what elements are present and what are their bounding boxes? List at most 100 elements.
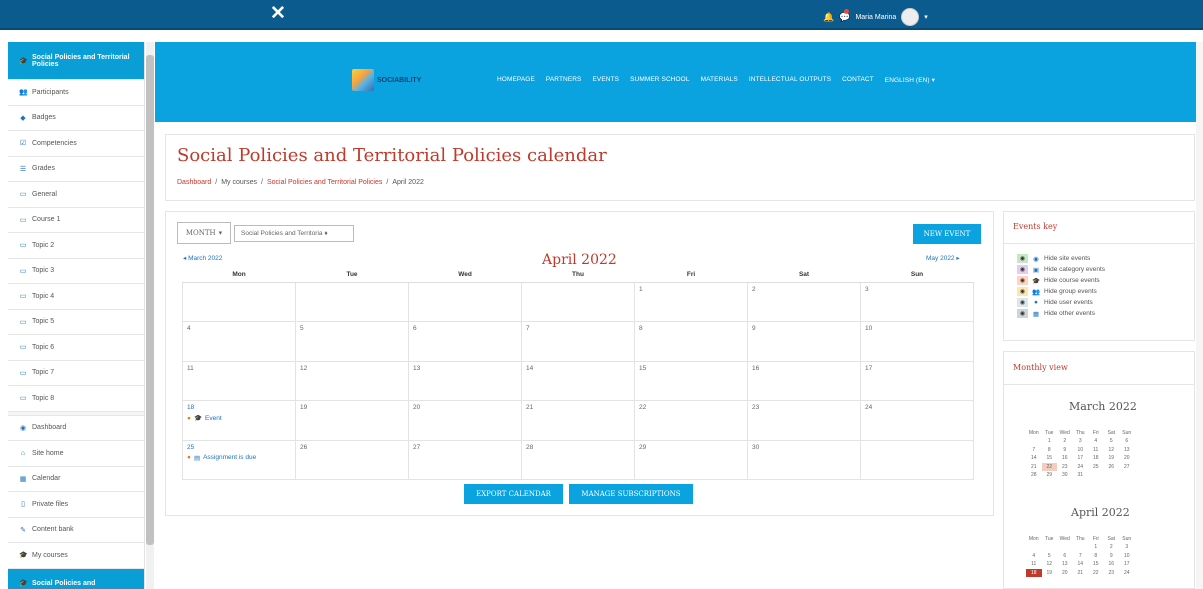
mini-day[interactable]: 14 [1026, 454, 1042, 463]
day-cell[interactable]: 9 [747, 321, 861, 362]
day-cell[interactable]: 17 [860, 360, 974, 401]
day-cell[interactable]: 1 [634, 281, 748, 322]
mini-day[interactable]: 19 [1042, 569, 1058, 578]
day-cell[interactable]: 3 [860, 281, 974, 322]
nav-link[interactable]: EVENTS [593, 76, 620, 84]
nav-link[interactable]: SUMMER SCHOOL [630, 76, 689, 84]
sidebar-item[interactable]: 🎓 Social Policies and Territorial Policie… [8, 42, 144, 80]
mini-day[interactable]: 12 [1104, 446, 1120, 455]
sidebar-scroll-thumb[interactable] [146, 55, 154, 545]
day-cell[interactable]: 2 [747, 281, 861, 322]
sidebar-item[interactable]: ▯ Private files [8, 492, 144, 518]
sidebar-item[interactable]: ▭ Topic 2 [8, 233, 144, 259]
mini-day[interactable]: 7 [1026, 446, 1042, 455]
mini-day[interactable]: 8 [1088, 552, 1104, 561]
day-cell[interactable]: 11 [182, 360, 296, 401]
calendar-event[interactable]: ● 🎓 Event [187, 414, 291, 423]
mini-day[interactable]: 11 [1026, 560, 1042, 569]
mini-day[interactable]: 2 [1057, 437, 1073, 446]
sidebar-item[interactable]: ☰ Grades [8, 157, 144, 182]
messages-icon[interactable]: 💬 [839, 8, 850, 23]
mini-day[interactable]: 6 [1057, 552, 1073, 561]
events-key-label[interactable]: Hide course events [1044, 277, 1100, 284]
sidebar-item[interactable]: ▦ Calendar [8, 467, 144, 492]
day-cell[interactable]: 27 [408, 439, 522, 480]
day-cell[interactable] [408, 281, 522, 322]
mini-day[interactable]: 20 [1057, 569, 1073, 578]
sidebar-item[interactable]: ◆ Badges [8, 106, 144, 131]
event-label[interactable]: Event [205, 415, 222, 422]
sidebar-item[interactable]: ▭ Topic 8 [8, 386, 144, 412]
sidebar-item[interactable]: ▭ General [8, 182, 144, 208]
sidebar-item[interactable]: ☑ Competencies [8, 131, 144, 157]
day-cell[interactable] [182, 281, 296, 322]
sidebar-item[interactable]: ◉ Dashboard [8, 416, 144, 441]
site-logo[interactable]: SOCIABILITY [352, 68, 442, 92]
day-cell[interactable]: 6 [408, 321, 522, 362]
sidebar-item[interactable]: ▭ Topic 6 [8, 335, 144, 361]
events-key-row[interactable]: ◉ ▣ Hide category events [1017, 264, 1105, 275]
mini-day[interactable]: 15 [1042, 454, 1058, 463]
events-key-row[interactable]: ◉ 👥 Hide group events [1017, 286, 1105, 297]
new-event-button[interactable]: NEW EVENT [913, 224, 981, 244]
eye-icon[interactable]: ◉ [1017, 276, 1028, 285]
chevron-down-icon[interactable]: ▾ [924, 13, 928, 21]
day-cell[interactable]: 21 [521, 400, 635, 441]
events-key-label[interactable]: Hide user events [1044, 299, 1093, 306]
mini-month-title[interactable]: March 2022 [1069, 400, 1137, 413]
mini-day[interactable]: 23 [1104, 569, 1120, 578]
mini-day[interactable]: 28 [1026, 471, 1042, 480]
close-drawer-icon[interactable]: ✕ [270, 4, 286, 24]
prev-month-link[interactable]: ◂ March 2022 [183, 254, 222, 262]
mini-day[interactable]: 16 [1104, 560, 1120, 569]
mini-day[interactable]: 5 [1104, 437, 1120, 446]
day-cell[interactable]: 4 [182, 321, 296, 362]
day-number[interactable]: 18 [187, 404, 291, 411]
day-cell[interactable]: 26 [295, 439, 409, 480]
day-cell[interactable]: 10 [860, 321, 974, 362]
mini-day[interactable]: 1 [1042, 437, 1058, 446]
events-key-row[interactable]: ◉ ◉ Hide site events [1017, 253, 1105, 264]
event-label[interactable]: Assignment is due [203, 454, 256, 461]
mini-day[interactable]: 21 [1026, 463, 1042, 472]
eye-icon[interactable]: ◉ [1017, 265, 1028, 274]
sidebar-item[interactable]: ▭ Topic 7 [8, 361, 144, 386]
nav-link[interactable]: MATERIALS [701, 76, 738, 84]
mini-day[interactable]: 20 [1119, 454, 1135, 463]
mini-day[interactable]: 24 [1073, 463, 1089, 472]
sidebar-item[interactable]: ▭ Topic 4 [8, 284, 144, 310]
user-menu[interactable]: 🔔 💬 Maria Marina ▾ [823, 8, 928, 26]
mini-day[interactable]: 29 [1042, 471, 1058, 480]
mini-day[interactable]: 11 [1088, 446, 1104, 455]
mini-month-title[interactable]: April 2022 [1071, 506, 1130, 519]
course-select[interactable]: Social Policies and Territoria ♦ [234, 225, 354, 242]
events-key-label[interactable]: Hide group events [1044, 288, 1097, 295]
view-select[interactable]: MONTH ▾ [177, 222, 231, 244]
breadcrumb-item[interactable]: Dashboard [177, 179, 211, 186]
sidebar-item[interactable]: 🎓 My courses [8, 543, 144, 569]
mini-day[interactable]: 4 [1026, 552, 1042, 561]
sidebar-item[interactable]: ▭ Topic 5 [8, 310, 144, 335]
sidebar-item[interactable]: 👥 Participants [8, 80, 144, 106]
day-cell[interactable]: 30 [747, 439, 861, 480]
mini-day[interactable]: 26 [1104, 463, 1120, 472]
avatar[interactable] [901, 8, 920, 26]
mini-day[interactable]: 16 [1057, 454, 1073, 463]
day-cell[interactable]: 15 [634, 360, 748, 401]
day-cell[interactable]: 18 ● 🎓 Event [182, 400, 296, 441]
nav-link[interactable]: PARTNERS [546, 76, 582, 84]
events-key-row[interactable]: ◉ ● Hide user events [1017, 297, 1105, 308]
mini-day[interactable]: 19 [1104, 454, 1120, 463]
export-calendar-button[interactable]: EXPORT CALENDAR [464, 484, 563, 504]
day-cell[interactable]: 16 [747, 360, 861, 401]
breadcrumb-item[interactable]: Social Policies and Territorial Policies [267, 179, 382, 186]
mini-day[interactable]: 13 [1057, 560, 1073, 569]
mini-day[interactable]: 9 [1057, 446, 1073, 455]
eye-icon[interactable]: ◉ [1017, 287, 1028, 296]
day-cell[interactable]: 14 [521, 360, 635, 401]
events-key-label[interactable]: Hide other events [1044, 310, 1095, 317]
notifications-icon[interactable]: 🔔 [823, 12, 834, 23]
events-key-label[interactable]: Hide category events [1044, 266, 1105, 273]
day-cell[interactable] [295, 281, 409, 322]
day-cell[interactable]: 13 [408, 360, 522, 401]
